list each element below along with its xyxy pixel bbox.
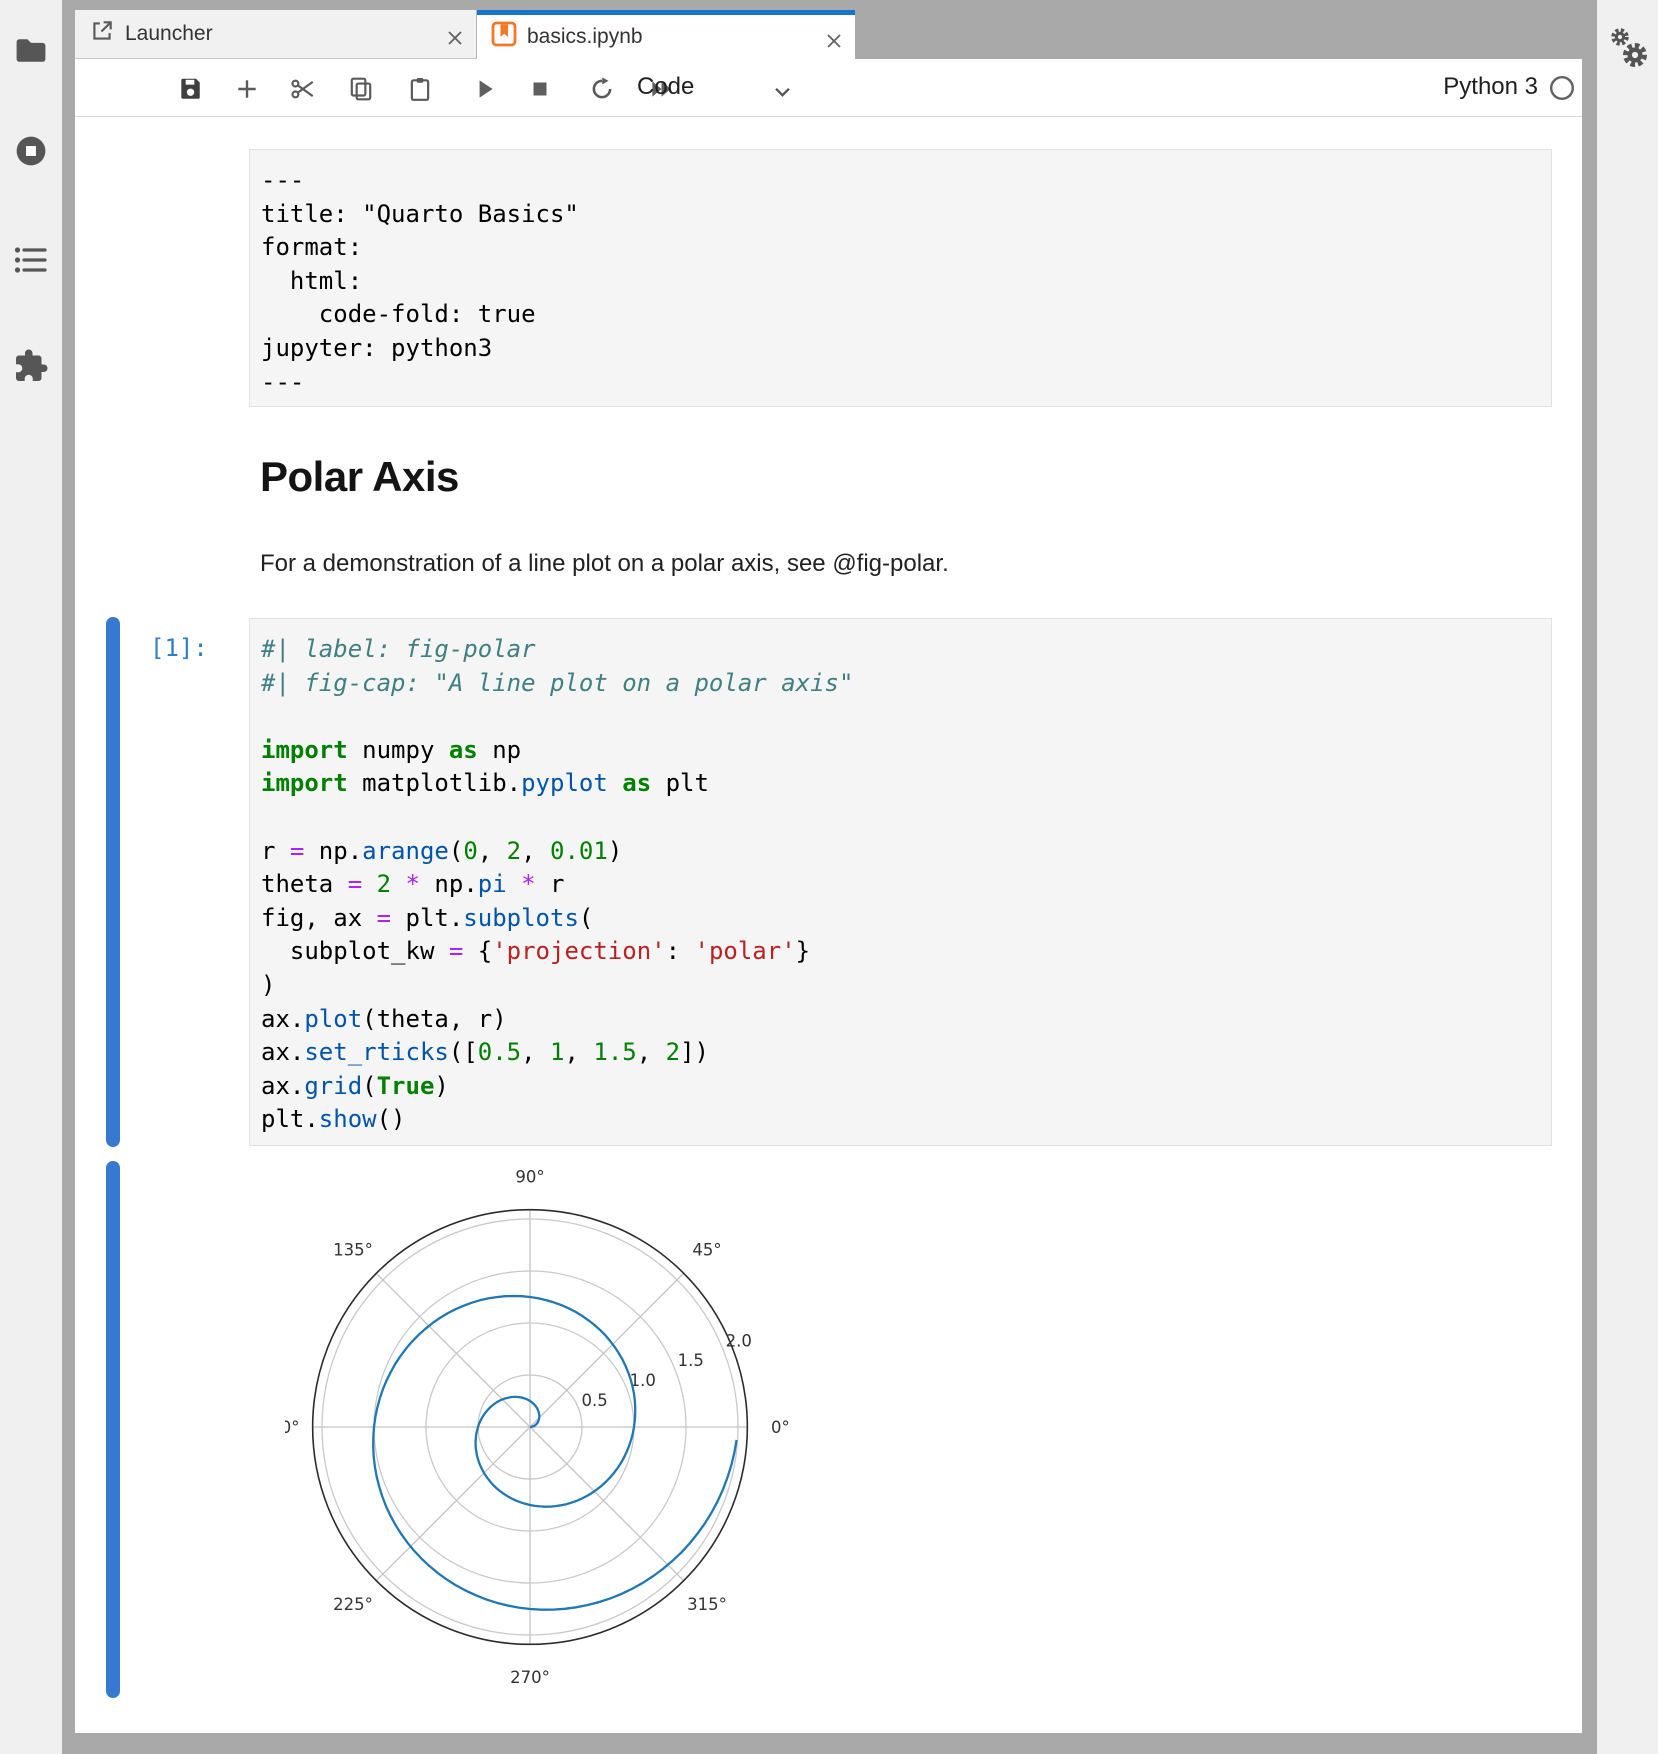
raw-cell[interactable]: ---title: "Quarto Basics"format: html: c…: [249, 149, 1552, 407]
tab-basics-label: basics.ipynb: [527, 25, 643, 49]
tab-bar: Launcher basics.ipynb: [75, 10, 1582, 59]
output-collapser[interactable]: [106, 1161, 120, 1698]
external-link-icon: [89, 18, 115, 50]
svg-text:2.0: 2.0: [726, 1331, 752, 1350]
tab-basics-close-icon[interactable]: [827, 30, 841, 44]
file-browser-icon[interactable]: [13, 33, 49, 69]
svg-text:0°: 0°: [771, 1418, 790, 1437]
tab-launcher-close-icon[interactable]: [448, 27, 462, 41]
property-inspector-gears-icon[interactable]: [1607, 24, 1651, 72]
stop-kernel-icon[interactable]: [527, 76, 553, 102]
input-collapser[interactable]: [106, 617, 120, 1147]
tab-launcher-label: Launcher: [125, 22, 213, 46]
save-icon[interactable]: [177, 76, 203, 102]
code-cell[interactable]: #| label: fig-polar#| fig-cap: "A line p…: [249, 618, 1552, 1146]
raw-cell-editor[interactable]: ---title: "Quarto Basics"format: html: c…: [261, 164, 579, 399]
kernel-name-button[interactable]: Python 3: [1443, 73, 1538, 101]
svg-text:270°: 270°: [510, 1668, 550, 1687]
notebook-icon: [491, 21, 517, 53]
extension-manager-icon[interactable]: [13, 348, 49, 384]
svg-text:0.5: 0.5: [582, 1391, 608, 1410]
restart-kernel-icon[interactable]: [589, 76, 615, 102]
markdown-paragraph: For a demonstration of a line plot on a …: [260, 550, 949, 578]
svg-text:180°: 180°: [285, 1418, 300, 1437]
polar-plot: 0°45°90°135°180°225°270°315°0.51.01.52.0: [285, 1165, 845, 1725]
polar-plot-output: 0°45°90°135°180°225°270°315°0.51.01.52.0: [285, 1165, 845, 1725]
code-cell-editor[interactable]: #| label: fig-polar#| fig-cap: "A line p…: [261, 633, 853, 1137]
right-sidebar: [1597, 0, 1658, 1754]
jupyterlab-window: Launcher basics.ipynb: [75, 10, 1582, 1733]
add-cell-icon[interactable]: [234, 76, 260, 102]
chevron-down-icon[interactable]: [775, 84, 790, 102]
svg-text:315°: 315°: [687, 1595, 727, 1614]
svg-text:90°: 90°: [515, 1167, 544, 1186]
markdown-heading: Polar Axis: [260, 453, 459, 501]
tab-basics-ipynb[interactable]: basics.ipynb: [477, 10, 855, 59]
paste-cells-icon[interactable]: [407, 76, 433, 102]
cut-cells-icon[interactable]: [290, 76, 316, 102]
notebook-content: ---title: "Quarto Basics"format: html: c…: [75, 117, 1582, 1733]
tab-launcher[interactable]: Launcher: [75, 10, 477, 59]
notebook-toolbar: Code Python 3: [75, 59, 1582, 117]
svg-text:45°: 45°: [692, 1241, 721, 1260]
svg-text:1.5: 1.5: [678, 1351, 704, 1370]
kernel-status-icon[interactable]: [1549, 75, 1575, 101]
svg-text:225°: 225°: [333, 1595, 373, 1614]
cell-type-select[interactable]: Code: [637, 73, 694, 101]
svg-text:135°: 135°: [333, 1241, 373, 1260]
copy-cells-icon[interactable]: [348, 76, 374, 102]
running-sessions-icon[interactable]: [13, 133, 49, 169]
execution-count: [1]:: [150, 634, 208, 662]
left-sidebar: [0, 0, 62, 1754]
run-cell-icon[interactable]: [472, 76, 498, 102]
table-of-contents-icon[interactable]: [13, 245, 49, 281]
